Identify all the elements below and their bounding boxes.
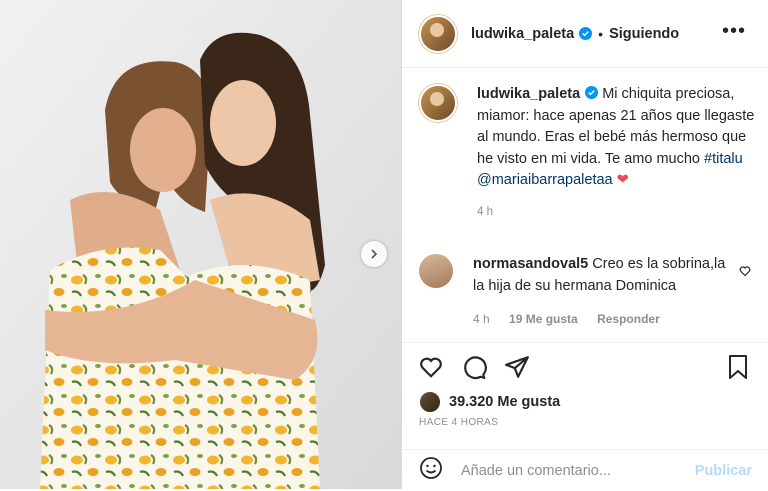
- comment: normasandoval5 Creo es la sobrina,la la …: [419, 254, 764, 331]
- save-icon: [729, 355, 747, 379]
- author-avatar[interactable]: [419, 14, 457, 53]
- hashtag-link[interactable]: #titalu: [704, 151, 743, 167]
- reply-button[interactable]: Responder: [597, 312, 660, 326]
- comment-button[interactable]: [461, 354, 487, 385]
- caption-body: ludwika_paleta Mi chiquita preciosa, mia…: [477, 84, 759, 223]
- next-photo-button[interactable]: [361, 241, 387, 267]
- comment-likes[interactable]: 19 Me gusta: [509, 312, 578, 326]
- commenter-username[interactable]: normasandoval5: [473, 256, 588, 272]
- separator: •: [598, 25, 604, 42]
- caption-avatar[interactable]: [419, 84, 457, 122]
- liker-avatar[interactable]: [419, 391, 441, 413]
- publish-button[interactable]: Publicar: [695, 463, 752, 479]
- chevron-right-icon: [371, 249, 378, 259]
- heart-icon: [420, 357, 442, 378]
- comment-time[interactable]: 4 h: [473, 312, 490, 326]
- like-button[interactable]: [418, 354, 444, 385]
- following-button[interactable]: Siguiendo: [609, 26, 679, 42]
- post-age[interactable]: HACE 4 HORAS: [419, 417, 498, 428]
- comment-body: normasandoval5 Creo es la sobrina,la la …: [473, 254, 735, 331]
- mention-link[interactable]: @mariaibarrapaletaa: [477, 172, 613, 188]
- more-icon[interactable]: •••: [722, 21, 746, 41]
- comment-composer: Publicar: [402, 449, 768, 491]
- comment-icon: [464, 356, 487, 380]
- share-icon: [505, 356, 529, 378]
- comment-input[interactable]: [459, 461, 683, 480]
- post-header: ludwika_paleta • Siguiendo •••: [402, 0, 768, 68]
- caption-username[interactable]: ludwika_paleta: [477, 86, 580, 102]
- verified-icon: [579, 27, 593, 40]
- post-side-panel: ludwika_paleta • Siguiendo ••• ludwika_p…: [401, 0, 768, 489]
- commenter-avatar[interactable]: [419, 254, 453, 288]
- emoji-button[interactable]: [419, 456, 443, 485]
- red-heart-emoji: ❤: [616, 172, 629, 188]
- post-photo[interactable]: [0, 0, 401, 489]
- caption-time[interactable]: 4 h: [477, 202, 759, 224]
- likes-count[interactable]: 39.320 Me gusta: [449, 394, 560, 410]
- likes-summary[interactable]: 39.320 Me gusta: [419, 391, 560, 413]
- emoji-icon: [420, 457, 442, 479]
- caption: ludwika_paleta Mi chiquita preciosa, mia…: [419, 84, 759, 223]
- verified-icon: [585, 86, 599, 99]
- comment-like-icon[interactable]: [739, 265, 751, 277]
- instagram-post: ludwika_paleta • Siguiendo ••• ludwika_p…: [0, 0, 768, 489]
- photo-illustration: [0, 0, 401, 489]
- action-icons: [418, 354, 530, 385]
- action-area: 39.320 Me gusta HACE 4 HORAS Publicar: [402, 342, 768, 490]
- comment-meta: 4 h 19 Me gusta Responder: [473, 309, 735, 331]
- save-button[interactable]: [726, 354, 750, 385]
- author-username[interactable]: ludwika_paleta: [471, 26, 574, 42]
- share-button[interactable]: [504, 354, 530, 385]
